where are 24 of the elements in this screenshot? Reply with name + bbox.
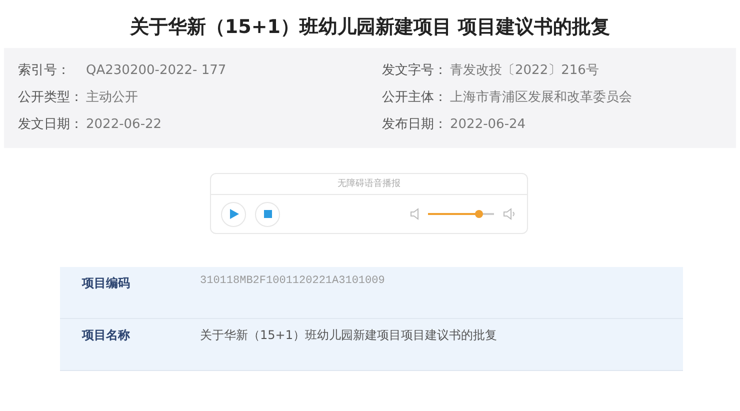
field-value: 2022-06-22 <box>86 116 162 134</box>
row-value: 310118MB2F1001120221A3101009 <box>200 275 385 289</box>
field-label: 发文字号： <box>382 62 448 80</box>
row-label: 项目编码 <box>80 275 131 292</box>
field-label: 公开主体： <box>382 89 448 107</box>
field-value: 青发改投〔2022〕216号 <box>450 62 599 80</box>
field-value: 2022-06-24 <box>450 116 526 134</box>
field-label: 公开类型： <box>18 89 84 107</box>
field-label: 索引号： <box>18 62 71 80</box>
speaker-mute-icon <box>410 208 419 220</box>
field-value: 主动公开 <box>86 89 138 107</box>
stop-icon <box>262 209 272 219</box>
player-header: 无障碍语音播报 <box>211 174 527 195</box>
field-value: QA230200-2022- 177 <box>86 62 226 80</box>
field-value: 上海市青浦区发展和改革委员会 <box>450 89 632 107</box>
row-value: 关于华新（15+1）班幼儿园新建项目项目建议书的批复 <box>200 327 497 344</box>
field-label: 发文日期： <box>18 116 84 134</box>
field-label: 发布日期： <box>382 116 448 134</box>
play-icon <box>228 208 240 220</box>
play-button[interactable] <box>221 202 246 226</box>
row-label: 项目名称 <box>80 327 131 344</box>
speaker-loud-icon <box>503 208 517 220</box>
stop-button[interactable] <box>255 202 280 226</box>
page-title: 关于华新（15+1）班幼儿园新建项目 项目建议书的批复 <box>128 15 612 40</box>
